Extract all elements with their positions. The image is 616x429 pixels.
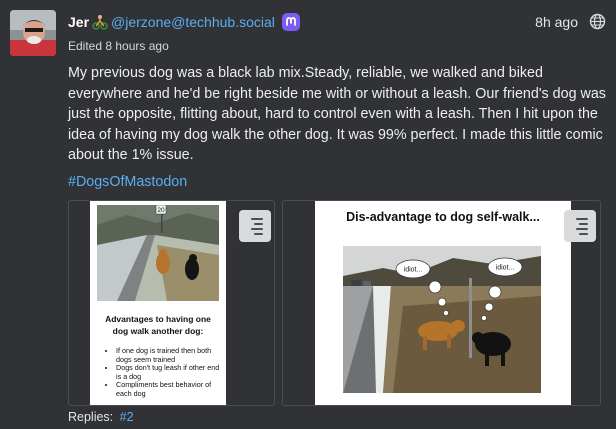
advantage-item: If one dog is trained then both dogs see… <box>116 346 224 364</box>
media-attachment-1[interactable]: 20 Advantages to having one dog walk ano… <box>68 200 275 406</box>
thought-text-left: idiot... <box>404 267 423 274</box>
display-name[interactable]: Jer <box>68 14 89 30</box>
advantage-item: Compliments best behavior of each dog <box>116 381 224 398</box>
biker-emoji-icon <box>92 14 108 30</box>
globe-icon <box>589 13 606 30</box>
alt-text-icon[interactable] <box>239 210 271 242</box>
dog-walk-photo: 20 <box>97 205 219 301</box>
post-body: My previous dog was a black lab mix.Stea… <box>68 65 606 163</box>
replies-label: Replies: <box>68 410 114 424</box>
mastodon-icon <box>281 13 300 31</box>
alt-text-icon[interactable] <box>564 210 596 242</box>
comic-panel-advantages: 20 Advantages to having one dog walk ano… <box>90 201 226 405</box>
replies-row: Replies: #2 <box>68 410 134 424</box>
comic-title: Dis-advantage to dog self-walk... <box>346 210 540 224</box>
account-handle[interactable]: @jerzone@techhub.social <box>111 14 275 30</box>
comic-panel-disadvantage: Dis-advantage to dog self-walk... idiot.… <box>315 201 571 405</box>
dogs-at-post-photo: idiot... idiot... <box>343 246 541 393</box>
advantages-list: If one dog is trained then both dogs see… <box>104 346 224 399</box>
replies-count-link[interactable]: #2 <box>120 410 134 424</box>
thought-text-right: idiot... <box>496 265 515 272</box>
advantages-title: Advantages to having one dog walk anothe… <box>105 314 211 336</box>
edited-label[interactable]: Edited 8 hours ago <box>68 39 169 53</box>
advantage-item: Dogs don't tug leash if other end is a d… <box>116 363 224 381</box>
avatar[interactable] <box>10 10 56 56</box>
post-timestamp[interactable]: 8h ago <box>535 14 578 30</box>
media-attachment-2[interactable]: Dis-advantage to dog self-walk... idiot.… <box>282 200 601 406</box>
status-post: Jer @jerzone@techhub.social 8h ago Edite… <box>0 0 616 429</box>
post-header: Jer @jerzone@techhub.social <box>68 12 300 32</box>
hashtag-link[interactable]: #DogsOfMastodon <box>68 174 187 190</box>
speed-limit-sign: 20 <box>157 207 165 214</box>
